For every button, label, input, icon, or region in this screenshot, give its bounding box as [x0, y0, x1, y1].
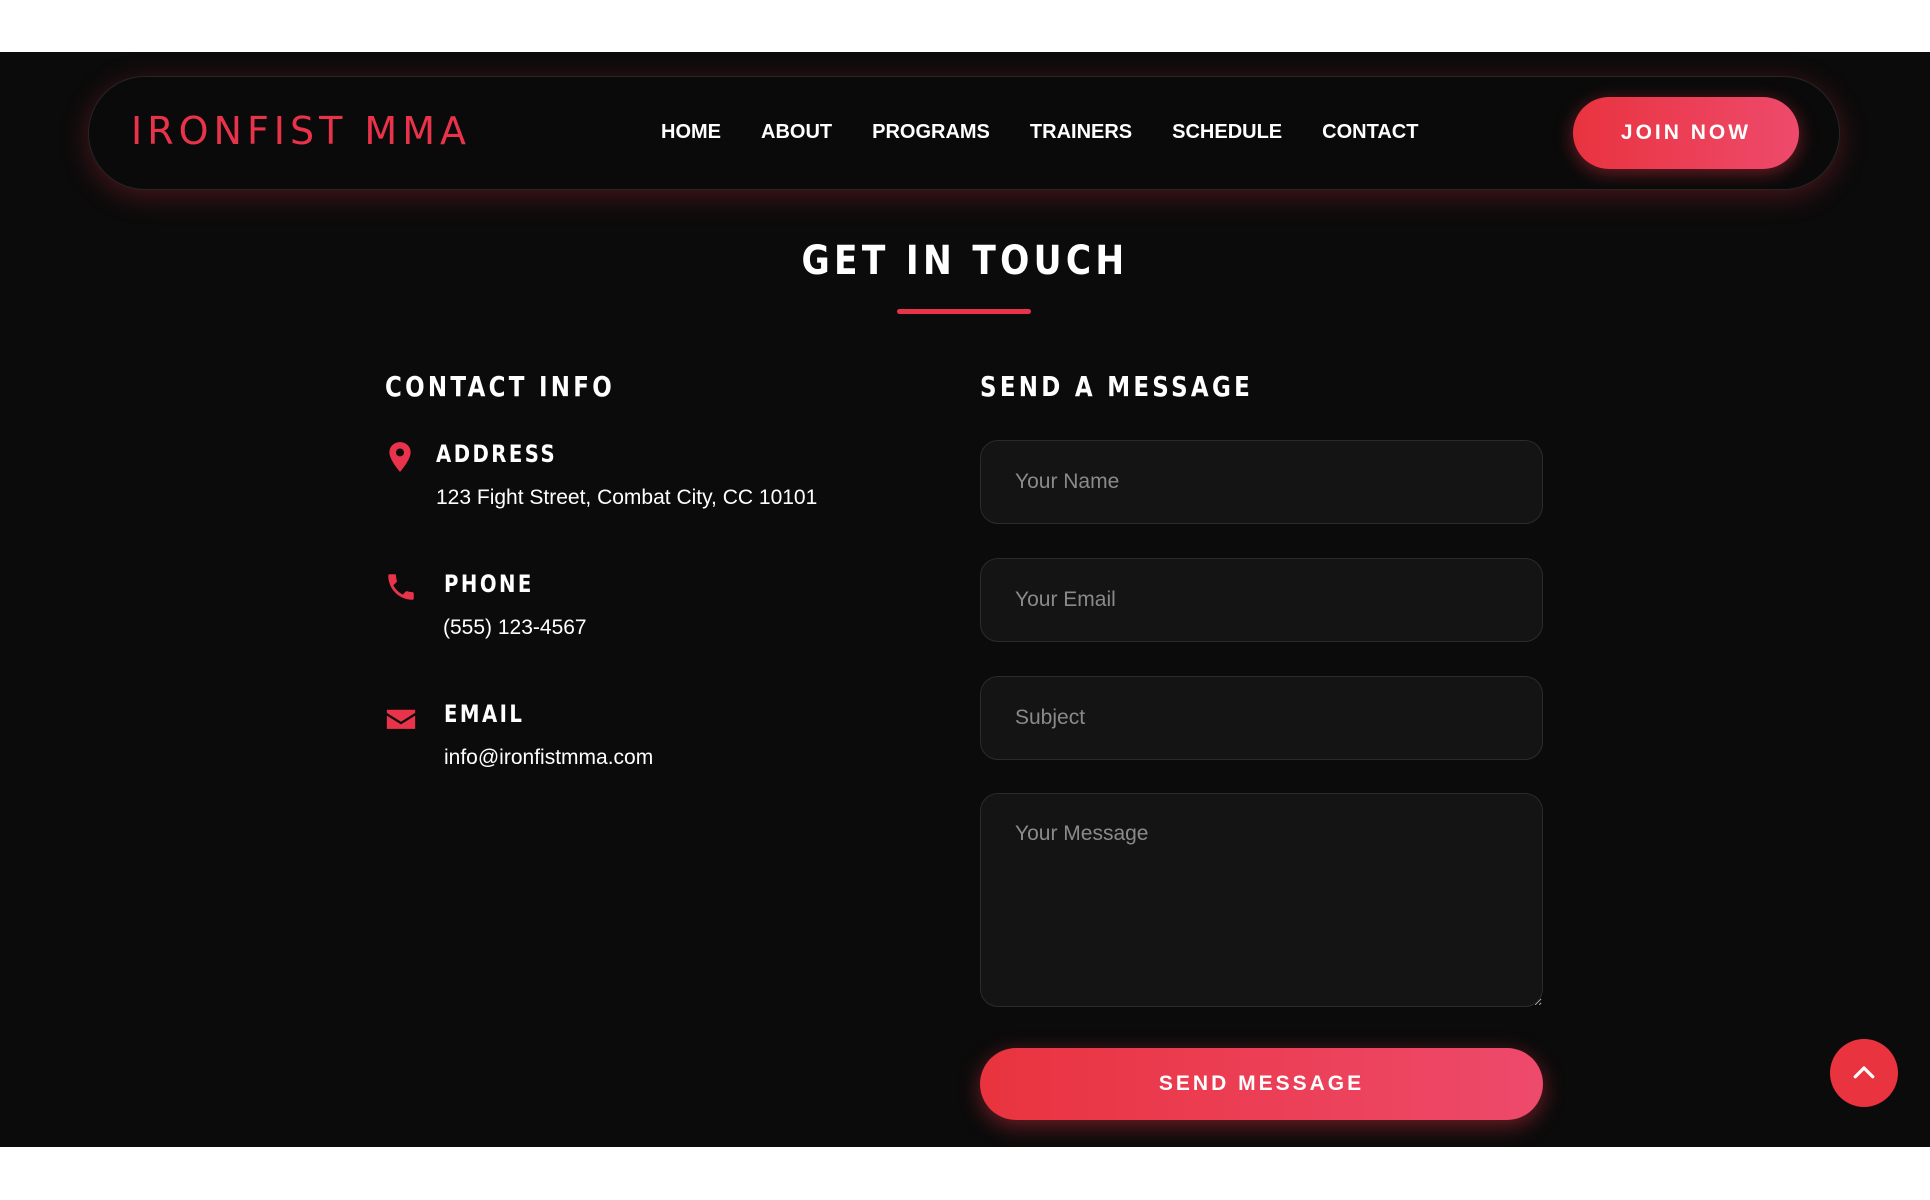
- nav-item-home[interactable]: HOME: [661, 121, 721, 144]
- address-value: 123 Fight Street, Combat City, CC 10101: [436, 486, 818, 509]
- name-input[interactable]: [980, 440, 1543, 524]
- map-pin-icon: [383, 440, 417, 474]
- chevron-up-icon: [1853, 1066, 1875, 1079]
- nav-item-schedule[interactable]: SCHEDULE: [1172, 121, 1282, 144]
- nav-item-about[interactable]: ABOUT: [761, 121, 832, 144]
- nav-item-trainers[interactable]: TRAINERS: [1030, 121, 1132, 144]
- send-message-button[interactable]: SEND MESSAGE: [980, 1048, 1543, 1120]
- address-label: ADDRESS: [436, 440, 558, 468]
- email-label: EMAIL: [444, 700, 525, 728]
- contact-page: IRONFIST MMA HOME ABOUT PROGRAMS TRAINER…: [0, 52, 1930, 1147]
- message-textarea[interactable]: [980, 793, 1543, 1007]
- contact-info-heading: CONTACT INFO: [385, 370, 616, 403]
- envelope-icon: [384, 702, 418, 736]
- nav-item-contact[interactable]: CONTACT: [1322, 121, 1418, 144]
- top-navbar: IRONFIST MMA HOME ABOUT PROGRAMS TRAINER…: [88, 76, 1840, 190]
- subject-input[interactable]: [980, 676, 1543, 760]
- send-message-heading: SEND A MESSAGE: [980, 370, 1254, 403]
- phone-value: (555) 123-4567: [443, 616, 587, 639]
- join-now-button[interactable]: JOIN NOW: [1573, 97, 1799, 169]
- title-underline: [897, 309, 1031, 314]
- phone-label: PHONE: [444, 570, 534, 598]
- email-input[interactable]: [980, 558, 1543, 642]
- email-value[interactable]: info@ironfistmma.com: [444, 746, 653, 770]
- nav-menu: HOME ABOUT PROGRAMS TRAINERS SCHEDULE CO…: [661, 121, 1418, 144]
- brand-logo[interactable]: IRONFIST MMA: [131, 109, 471, 153]
- phone-icon: [384, 570, 418, 604]
- section-title: GET IN TOUCH: [801, 238, 1129, 284]
- nav-item-programs[interactable]: PROGRAMS: [872, 121, 990, 144]
- scroll-to-top-button[interactable]: [1830, 1039, 1898, 1107]
